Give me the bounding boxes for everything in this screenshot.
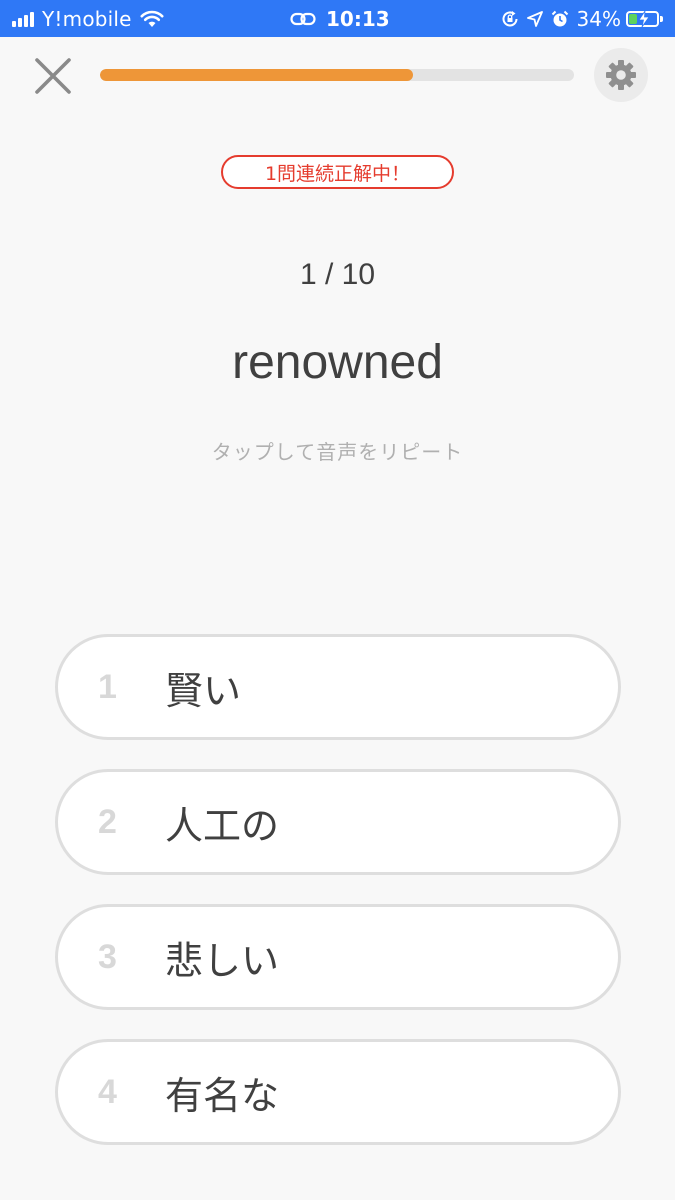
answer-option-1[interactable]: 1 賢い [55,634,621,740]
streak-badge: 1問連続正解中！ [221,155,454,189]
close-icon [35,58,71,94]
close-button[interactable] [30,53,76,99]
status-bar-right: 34% [493,0,663,37]
progress-bar [100,69,574,81]
option-label: 人工の [165,803,280,848]
signal-icon [12,11,36,27]
option-label: 悲しい [165,938,280,983]
quiz-word[interactable]: renowned [0,335,675,390]
battery-percent: 34% [576,6,621,31]
status-bar-center: 10:13 [290,0,390,37]
charging-icon [638,10,650,27]
option-number: 4 [98,1072,117,1111]
question-counter: 1 / 10 [299,258,376,291]
answer-option-4[interactable]: 4 有名な [55,1039,621,1145]
orientation-lock-icon [501,10,519,28]
status-bar-left: Y!mobile [12,0,164,37]
option-number: 2 [98,802,117,841]
option-label: 有名な [165,1073,280,1118]
wifi-icon [140,10,164,28]
carrier-name: Y!mobile [42,6,132,31]
answer-option-3[interactable]: 3 悲しい [55,904,621,1010]
option-number: 3 [98,937,117,976]
progress-bar-fill [100,69,413,81]
settings-button[interactable] [594,48,648,102]
battery-icon [626,10,659,27]
link-icon [290,11,316,27]
location-icon [526,10,543,27]
option-number: 1 [98,667,117,706]
clock: 10:13 [326,6,390,31]
gear-icon [606,60,636,90]
battery-cap [660,15,663,22]
option-label: 賢い [165,668,242,713]
alarm-icon [551,10,569,28]
repeat-audio-hint[interactable]: タップして音声をリピート [0,436,675,465]
answer-option-2[interactable]: 2 人工の [55,769,621,875]
status-bar: Y!mobile 10:13 34% [0,0,675,37]
